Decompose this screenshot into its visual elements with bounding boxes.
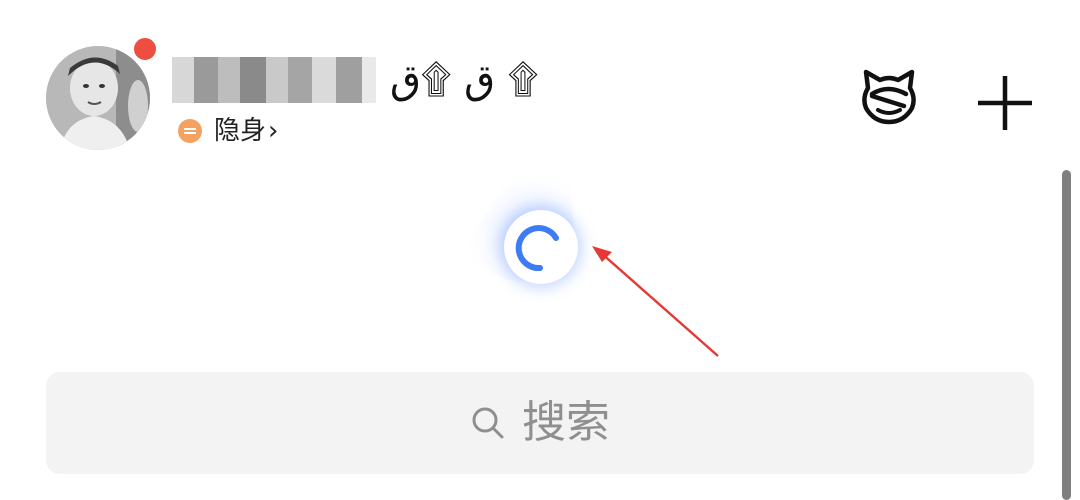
chevron-right-icon: › [268, 116, 279, 146]
loading-spinner [504, 210, 578, 284]
annotation-arrow [592, 246, 719, 357]
nickname[interactable]: ق ۩ق ۩ [172, 52, 538, 108]
scrollbar[interactable] [1062, 170, 1071, 500]
loading-arc-icon [515, 225, 559, 272]
status-label: 隐身 [214, 116, 267, 146]
status-invisible-icon [178, 119, 202, 143]
avatar[interactable] [46, 46, 150, 150]
search-icon [472, 407, 504, 439]
notification-badge [132, 36, 158, 62]
cat-face-icon[interactable] [858, 66, 920, 128]
plus-icon[interactable] [974, 72, 1036, 134]
online-status-selector[interactable]: 隐身 › [178, 114, 278, 148]
search-bar[interactable]: 搜索 [46, 372, 1034, 474]
search-placeholder: 搜索 [522, 397, 610, 448]
nickname-text: ق ۩ق ۩ [390, 57, 539, 103]
avatar-photo [46, 46, 150, 150]
blurred-name-mosaic [172, 56, 376, 104]
